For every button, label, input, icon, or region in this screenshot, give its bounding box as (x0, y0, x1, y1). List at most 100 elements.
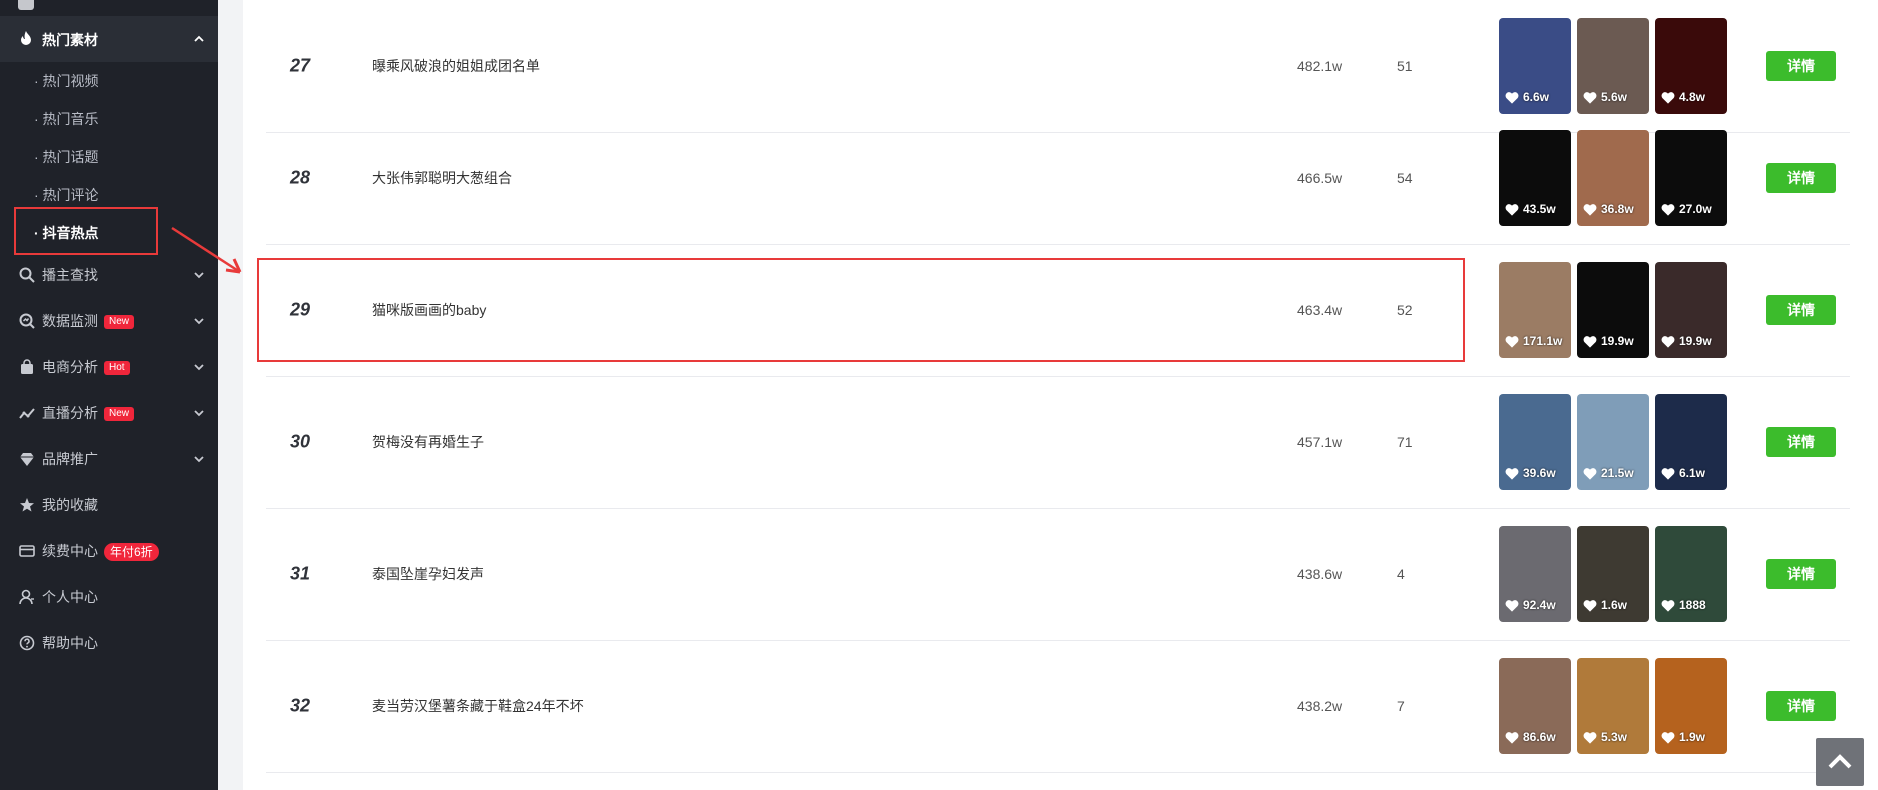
rank-number: 28 (290, 167, 311, 188)
sidebar-item-brand-promo[interactable]: 品牌推广 (0, 436, 218, 482)
heart-icon (1661, 467, 1675, 480)
like-count: 86.6w (1505, 730, 1556, 744)
topic-title[interactable]: 贺梅没有再婚生子 (372, 432, 484, 452)
like-count: 5.3w (1583, 730, 1627, 744)
heart-icon (1583, 335, 1597, 348)
video-thumbnail[interactable]: 1888 (1655, 526, 1727, 622)
sidebar-item-renewal-center[interactable]: 续费中心 年付6折 (0, 528, 218, 574)
video-thumbnail[interactable]: 43.5w (1499, 130, 1571, 226)
video-thumbnails: 86.6w 5.3w 1.9w (1499, 658, 1727, 754)
chevron-down-icon (192, 406, 206, 420)
sidebar-item-live-analysis[interactable]: 直播分析 New (0, 390, 218, 436)
video-thumbnail[interactable]: 171.1w (1499, 262, 1571, 358)
sidebar-sub-hot-topics[interactable]: · 热门话题 (34, 147, 99, 167)
detail-button[interactable]: 详情 (1766, 295, 1836, 325)
video-count: 51 (1397, 58, 1413, 74)
sidebar-item-data-monitor[interactable]: 数据监测 New (0, 298, 218, 344)
video-thumbnail[interactable]: 1.9w (1655, 658, 1727, 754)
card-icon (18, 542, 36, 560)
video-thumbnail[interactable]: 27.0w (1655, 130, 1727, 226)
sidebar-item-label: 帮助中心 (42, 635, 98, 651)
sidebar-top-stub (0, 0, 218, 16)
like-count: 27.0w (1661, 202, 1712, 216)
search-icon (18, 266, 36, 284)
video-thumbnail[interactable]: 92.4w (1499, 526, 1571, 622)
star-icon (18, 496, 36, 514)
heat-value: 438.2w (1297, 698, 1343, 714)
like-count: 5.6w (1583, 90, 1627, 104)
scroll-to-top-button[interactable] (1816, 738, 1864, 786)
like-count: 4.8w (1661, 90, 1705, 104)
sidebar-item-personal-center[interactable]: 个人中心 (0, 574, 218, 620)
video-thumbnail[interactable]: 36.8w (1577, 130, 1649, 226)
video-thumbnails: 43.5w 36.8w 27.0w (1499, 130, 1727, 226)
video-thumbnail[interactable]: 1.6w (1577, 526, 1649, 622)
heart-icon (1661, 203, 1675, 216)
video-thumbnail[interactable]: 86.6w (1499, 658, 1571, 754)
topic-title[interactable]: 泰国坠崖孕妇发声 (372, 564, 484, 584)
video-thumbnail[interactable]: 5.3w (1577, 658, 1649, 754)
topic-title[interactable]: 麦当劳汉堡薯条藏于鞋盒24年不坏 (372, 696, 584, 716)
topic-title[interactable]: 曝乘风破浪的姐姐成团名单 (372, 56, 540, 76)
like-count: 21.5w (1583, 466, 1634, 480)
video-thumbnail[interactable]: 19.9w (1655, 262, 1727, 358)
detail-button[interactable]: 详情 (1766, 559, 1836, 589)
heart-icon (1661, 599, 1675, 612)
like-count: 39.6w (1505, 466, 1556, 480)
video-thumbnail[interactable]: 4.8w (1655, 18, 1727, 114)
fire-icon (18, 30, 36, 48)
table-row: 30 贺梅没有再婚生子 457.1w 71 39.6w 21.5w 6.1w 详… (266, 376, 1850, 509)
heat-value: 482.1w (1297, 58, 1343, 74)
row-highlight-box (257, 258, 1465, 362)
sidebar-item-favorites[interactable]: 我的收藏 (0, 482, 218, 528)
video-thumbnail[interactable]: 5.6w (1577, 18, 1649, 114)
table-row: 28 大张伟郭聪明大葱组合 466.5w 54 43.5w 36.8w 27.0… (266, 112, 1850, 245)
heat-value: 466.5w (1297, 170, 1343, 186)
sidebar-item-label: 直播分析 New (42, 403, 135, 423)
help-icon (18, 634, 36, 652)
sidebar-group-label: 热门素材 (42, 32, 98, 48)
sidebar-item-help-center[interactable]: 帮助中心 (0, 620, 218, 666)
sidebar-item-ecommerce[interactable]: 电商分析 Hot (0, 344, 218, 390)
detail-button[interactable]: 详情 (1766, 163, 1836, 193)
sidebar: 热门素材 · 热门视频 · 热门音乐 · 热门话题 · 热门评论 · 抖音热点 … (0, 0, 218, 790)
sidebar-item-label: 品牌推广 (42, 451, 98, 467)
video-thumbnail[interactable]: 39.6w (1499, 394, 1571, 490)
sidebar-sub-hot-videos[interactable]: · 热门视频 (34, 71, 99, 91)
video-thumbnail[interactable]: 6.6w (1499, 18, 1571, 114)
topic-title[interactable]: 大张伟郭聪明大葱组合 (372, 168, 512, 188)
heart-icon (1505, 731, 1519, 744)
heart-icon (1583, 467, 1597, 480)
video-thumbnails: 39.6w 21.5w 6.1w (1499, 394, 1727, 490)
heart-icon (1661, 335, 1675, 348)
like-count: 1.9w (1661, 730, 1705, 744)
video-thumbnail[interactable]: 21.5w (1577, 394, 1649, 490)
heat-value: 438.6w (1297, 566, 1343, 582)
like-count: 6.6w (1505, 90, 1549, 104)
like-count: 19.9w (1583, 334, 1634, 348)
like-count: 6.1w (1661, 466, 1705, 480)
diamond-icon (18, 450, 36, 468)
discount-badge: 年付6折 (104, 543, 159, 562)
sidebar-sub-hot-comments[interactable]: · 热门评论 (34, 185, 99, 205)
video-thumbnail[interactable]: 6.1w (1655, 394, 1727, 490)
sidebar-group-hot-materials[interactable]: 热门素材 (0, 16, 218, 62)
chevron-down-icon (192, 452, 206, 466)
chevron-down-icon (192, 360, 206, 374)
line-chart-icon (18, 404, 36, 422)
video-thumbnail[interactable]: 19.9w (1577, 262, 1649, 358)
like-count: 43.5w (1505, 202, 1556, 216)
sidebar-item-label: 数据监测 New (42, 311, 135, 331)
detail-button[interactable]: 详情 (1766, 51, 1836, 81)
detail-button[interactable]: 详情 (1766, 427, 1836, 457)
annotation-arrow-icon (171, 226, 242, 274)
like-count: 19.9w (1661, 334, 1712, 348)
rank-number: 27 (290, 55, 311, 76)
home-icon[interactable] (18, 0, 34, 10)
heart-icon (1583, 91, 1597, 104)
detail-button[interactable]: 详情 (1766, 691, 1836, 721)
sidebar-sub-hot-music[interactable]: · 热门音乐 (34, 109, 99, 129)
chevron-up-icon (1828, 754, 1852, 769)
sidebar-item-label: 播主查找 (42, 267, 98, 283)
heart-icon (1505, 335, 1519, 348)
